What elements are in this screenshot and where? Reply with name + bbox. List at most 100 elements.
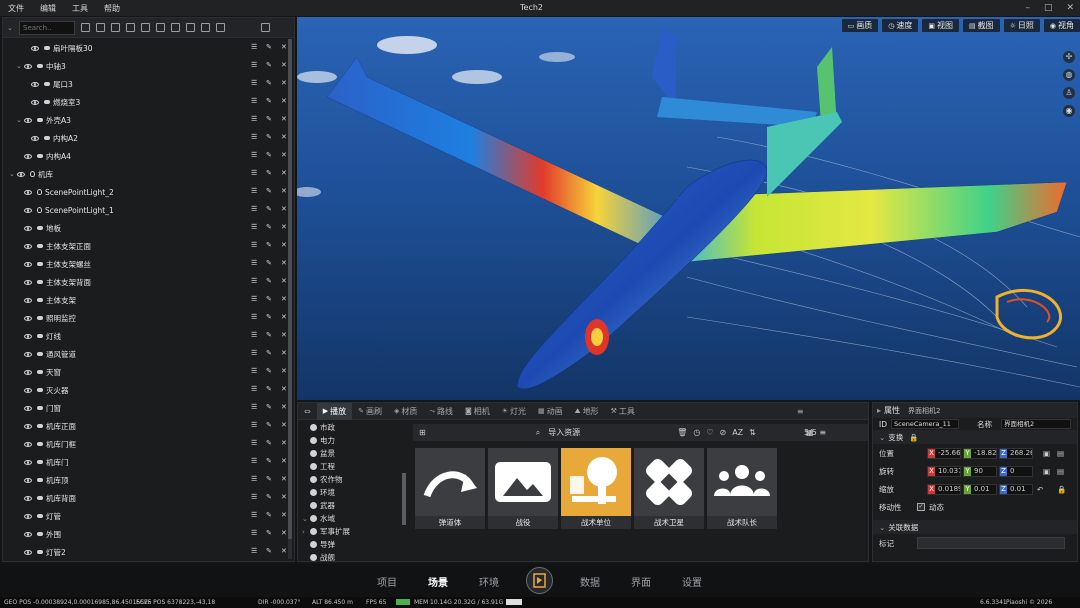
edit-icon[interactable]: ✎ [266,188,273,195]
visibility-icon[interactable] [24,279,32,285]
category-item[interactable]: › 军事扩展 [300,525,410,538]
align-icon[interactable]: ☰ [251,404,258,411]
tab-camera[interactable]: ◙ 相机 [459,403,496,420]
tree-item[interactable]: 外围 ☰ ✎ ✕ [3,525,290,543]
nav-settings[interactable]: 设置 [682,574,702,589]
delete-icon[interactable]: ✕ [281,440,288,447]
visibility-icon[interactable] [24,387,32,393]
edit-icon[interactable]: ✎ [266,206,273,213]
menu-edit[interactable]: 编辑 [32,3,64,14]
tree-item[interactable]: 灯线 ☰ ✎ ✕ [3,327,290,345]
visibility-icon[interactable] [17,171,25,177]
edit-icon[interactable]: ✎ [266,332,273,339]
visibility-icon[interactable] [24,459,32,465]
align-icon[interactable]: ☰ [251,188,258,195]
align-icon[interactable]: ☰ [251,422,258,429]
delete-icon[interactable]: ✕ [281,476,288,483]
app-logo-icon[interactable] [526,567,553,594]
sort-icon[interactable]: ⇅ [749,428,756,437]
tree-item[interactable]: 主体支架正面 ☰ ✎ ✕ [3,237,290,255]
filter-icon[interactable]: ⊘ [720,428,727,437]
category-item[interactable]: ⌄ 水域 [300,512,410,525]
category-item[interactable]: 战舰 [300,551,410,561]
panel-menu-icon[interactable] [261,23,270,32]
expand-icon[interactable]: ⌄ [16,116,24,124]
align-icon[interactable]: ☰ [251,530,258,537]
tree-item[interactable]: 天窗 ☰ ✎ ✕ [3,363,290,381]
edit-icon[interactable]: ✎ [266,440,273,447]
asset-card-tactical-team[interactable]: 战术队长 [707,448,777,530]
viewport-angle-button[interactable]: ◉ 视角 [1043,19,1080,32]
nav-data[interactable]: 数据 [580,574,600,589]
tree-item[interactable]: ScenePointLight_2 ☰ ✎ ✕ [3,183,290,201]
tree-item[interactable]: ⌄ 机库 ☰ ✎ ✕ [3,165,290,183]
search-icon[interactable]: ⌕ [536,428,540,438]
expand-icon[interactable]: › [302,528,310,536]
copy-icon[interactable]: ▣ [1043,467,1050,476]
tab-material[interactable]: ◈ 材质 [388,403,423,420]
align-icon[interactable]: ☰ [251,116,258,123]
visibility-icon[interactable] [24,477,32,483]
expand-icon[interactable]: ⌄ [302,515,310,523]
scrollbar-thumb[interactable] [288,39,292,539]
asset-card-tactical-satellite[interactable]: 战术卫星 [634,448,704,530]
delete-icon[interactable]: ✕ [281,458,288,465]
expand-icon[interactable]: ⌄ [16,62,24,70]
nav-scene[interactable]: 场景 [428,574,448,589]
scale-z[interactable]: Z 0.01 [999,483,1033,495]
visibility-icon[interactable] [24,531,32,537]
align-icon[interactable]: ☰ [251,386,258,393]
edit-icon[interactable]: ✎ [266,404,273,411]
tab-light[interactable]: ☀ 灯光 [496,403,532,420]
align-icon[interactable]: ☰ [251,260,258,267]
delete-icon[interactable]: ✕ [281,332,288,339]
edit-icon[interactable]: ✎ [266,530,273,537]
delete-icon[interactable]: ✕ [281,368,288,375]
move-tool-icon[interactable]: ✢ [1063,51,1075,63]
delete-icon[interactable]: 🗑 [677,428,687,437]
tab-brush[interactable]: ✎ 画刷 [352,403,388,420]
name-field[interactable]: 界面相机2 [1001,419,1071,429]
align-icon[interactable]: ☰ [251,494,258,501]
sort-az-icon[interactable]: AZ [732,428,743,437]
align-icon[interactable]: ☰ [251,278,258,285]
tab-tools[interactable]: ⚒ 工具 [605,403,641,420]
visibility-icon[interactable] [24,495,32,501]
paste-icon[interactable]: ▤ [1057,467,1064,476]
asset-card-ballistic[interactable]: 弹道体 [415,448,485,530]
rotation-y[interactable]: Y 90 [963,465,997,477]
align-icon[interactable]: ☰ [251,242,258,249]
visibility-icon[interactable] [24,243,32,249]
align-icon[interactable]: ☰ [251,368,258,375]
tree-item[interactable]: 主体支架背面 ☰ ✎ ✕ [3,273,290,291]
align-icon[interactable]: ☰ [251,152,258,159]
lock-icon[interactable]: 🔒 [909,433,918,442]
category-item[interactable]: 工程 [300,460,410,473]
menu-file[interactable]: 文件 [0,3,32,14]
nav-environment[interactable]: 环境 [479,574,499,589]
edit-icon[interactable]: ✎ [266,152,273,159]
close-icon[interactable]: ✕ [1066,2,1074,14]
align-icon[interactable]: ☰ [251,80,258,87]
edit-icon[interactable]: ✎ [266,62,273,69]
tree-item[interactable]: 机库正面 ☰ ✎ ✕ [3,417,290,435]
edit-icon[interactable]: ✎ [266,80,273,87]
align-icon[interactable]: ☰ [251,44,258,51]
tree-item[interactable]: 灯管2 ☰ ✎ ✕ [3,543,290,561]
tab-route[interactable]: ⤳ 路线 [423,403,459,420]
edit-icon[interactable]: ✎ [266,476,273,483]
transform-section[interactable]: ⌄ 变换 🔒 [873,430,1077,444]
align-icon[interactable]: ☰ [251,548,258,555]
align-icon[interactable]: ☰ [251,134,258,141]
dynamic-checkbox[interactable]: ✓ [917,503,925,511]
delete-icon[interactable]: ✕ [281,548,288,555]
visibility-icon[interactable] [24,207,32,213]
edit-icon[interactable]: ✎ [266,98,273,105]
delete-icon[interactable]: ✕ [281,350,288,357]
tree-view-icon[interactable]: ⊞ [419,428,426,437]
delete-icon[interactable]: ✕ [281,296,288,303]
edit-icon[interactable]: ✎ [266,116,273,123]
visibility-icon[interactable] [24,189,32,195]
fit-icon[interactable] [186,23,195,32]
align-icon[interactable]: ☰ [251,332,258,339]
